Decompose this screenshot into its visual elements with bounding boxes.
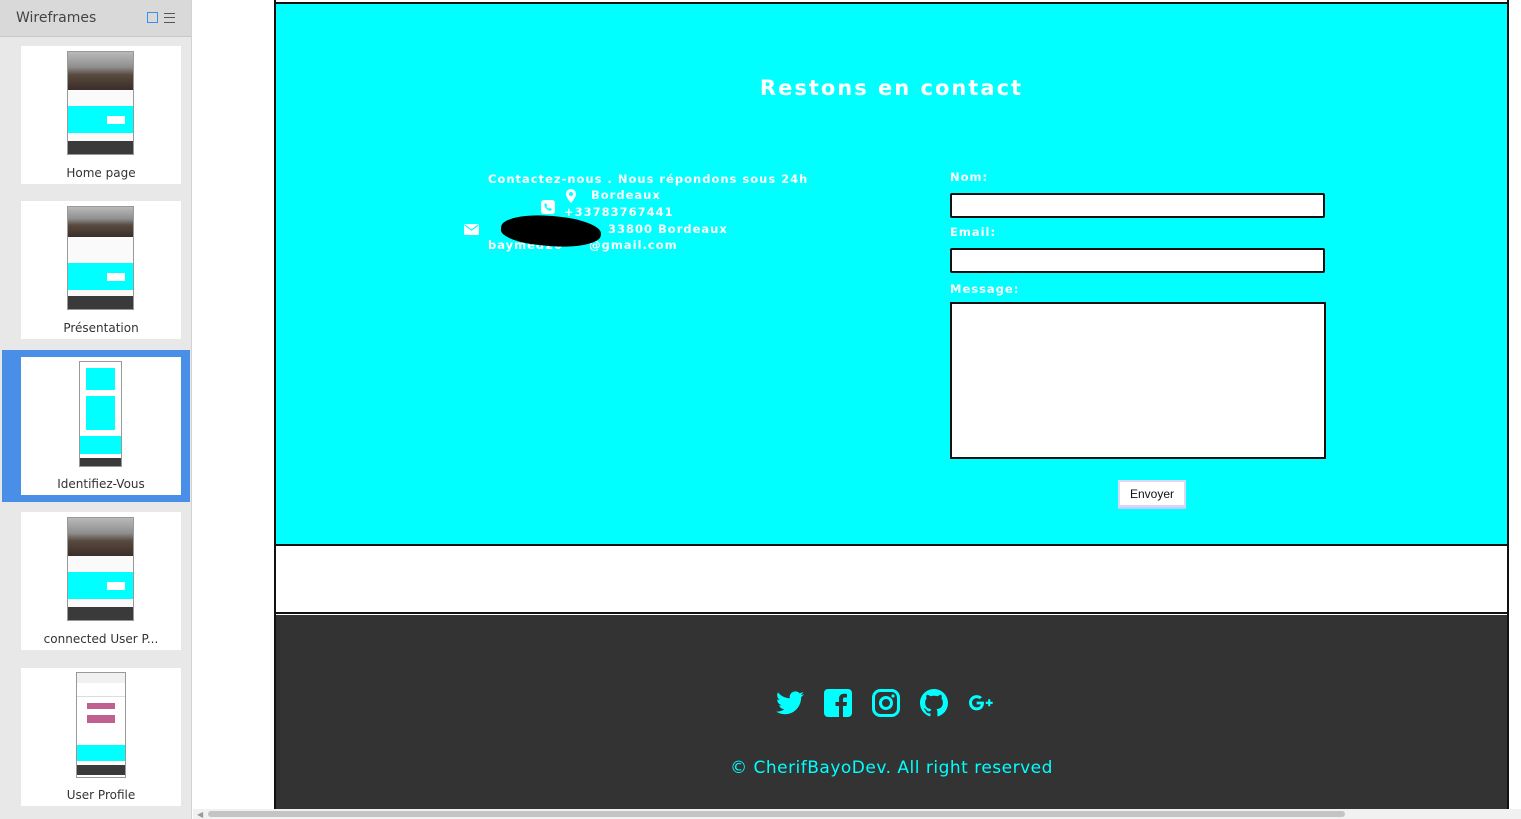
page-preview (67, 51, 134, 155)
phone-text: +33783767441 (564, 205, 674, 219)
scroll-left-icon[interactable]: ◀ (197, 810, 203, 819)
github-icon[interactable] (920, 689, 948, 717)
page-thumb-identifiez-vous[interactable]: Identifiez-Vous (21, 357, 181, 495)
page-thumb-label: Identifiez-Vous (57, 477, 145, 491)
list-view-icon[interactable] (164, 12, 175, 23)
name-label: Nom: (950, 170, 989, 184)
send-button[interactable]: Envoyer (1118, 480, 1186, 507)
page-thumb-home[interactable]: Home page (21, 46, 181, 184)
copyright-text: © CherifBayoDev. All right reserved (730, 758, 1053, 778)
footer: © CherifBayoDev. All right reserved (276, 615, 1507, 809)
google-plus-icon[interactable] (968, 689, 996, 717)
contact-location: Bordeaux (566, 188, 661, 203)
view-toggle (147, 12, 175, 23)
page-thumb-presentation[interactable]: Présentation (21, 201, 181, 339)
page-thumb-label: Présentation (63, 321, 139, 335)
address-text: 33800 Bordeaux (608, 222, 728, 236)
page-preview (79, 361, 122, 467)
page-preview (67, 206, 134, 310)
map-marker-icon (566, 188, 576, 203)
horizontal-scroll-thumb[interactable] (208, 811, 1345, 817)
message-textarea[interactable] (950, 302, 1326, 459)
grid-view-icon[interactable] (147, 12, 158, 23)
sidebar-header: Wireframes (0, 0, 191, 37)
horizontal-scrollbar[interactable]: ◀ (193, 809, 1521, 819)
social-icons (776, 689, 996, 717)
page-thumb-label: User Profile (66, 788, 136, 802)
email-suffix: @gmail.com (589, 238, 678, 252)
page-preview (67, 517, 134, 621)
message-label: Message: (950, 282, 1020, 296)
page-preview (76, 672, 126, 778)
vertical-scrollbar[interactable] (1512, 0, 1521, 809)
page-thumb-connected-user[interactable]: connected User P... (21, 512, 181, 650)
twitter-icon[interactable] (776, 689, 804, 717)
contact-section: Restons en contact Contactez-nous . Nous… (276, 2, 1507, 546)
blank-section (276, 548, 1507, 614)
sidebar-title: Wireframes (16, 10, 97, 26)
name-input[interactable] (950, 193, 1325, 218)
envelope-icon (464, 224, 479, 235)
facebook-icon[interactable] (824, 689, 852, 717)
email-label: Email: (950, 225, 997, 239)
phone-icon-wrap (541, 199, 555, 214)
page-thumb-label: Home page (66, 166, 136, 180)
wireframes-sidebar: Wireframes Home page Présentation Identi… (0, 0, 192, 819)
phone-icon (541, 199, 555, 214)
email-input[interactable] (950, 248, 1325, 273)
contact-title: Restons en contact (759, 76, 1024, 100)
instagram-icon[interactable] (872, 689, 900, 717)
location-text: Bordeaux (591, 188, 661, 202)
page-thumb-label: connected User P... (43, 632, 159, 646)
page-thumb-user-profile[interactable]: User Profile (21, 668, 181, 806)
contact-intro: Contactez-nous . Nous répondons sous 24h (488, 172, 809, 186)
